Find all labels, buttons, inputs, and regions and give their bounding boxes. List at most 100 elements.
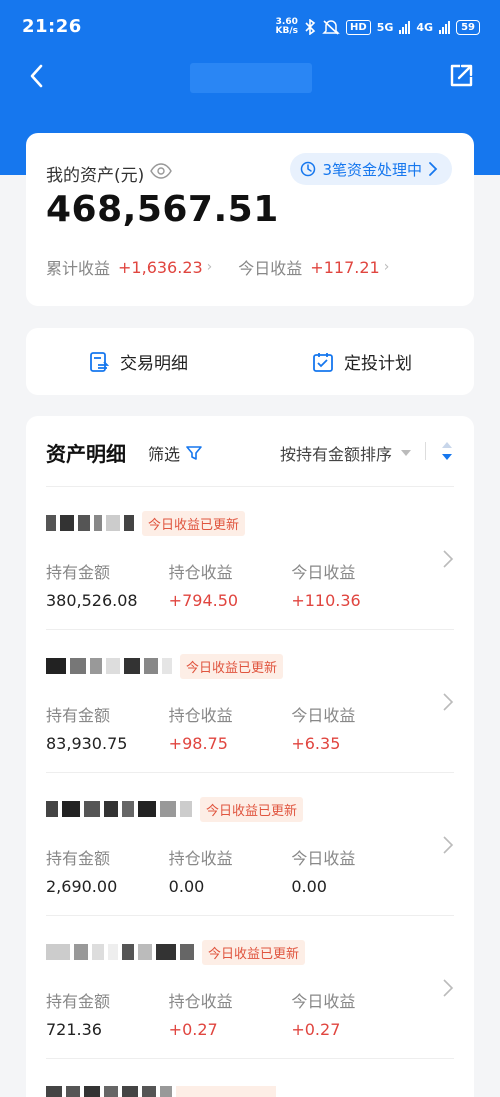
auto-invest-plan-button[interactable]: 定投计划 bbox=[250, 328, 474, 395]
chevron-left-icon bbox=[30, 64, 43, 88]
fund-name-redacted: 今日收益已更新 bbox=[46, 796, 304, 822]
auto-invest-plan-label: 定投计划 bbox=[344, 354, 412, 374]
sort-label: 按持有金额排序 bbox=[279, 445, 392, 464]
mute-icon bbox=[322, 20, 340, 35]
today-gain-value: +117.21 bbox=[310, 257, 380, 277]
status-time: 21:26 bbox=[22, 16, 82, 37]
position-gain-value: 0.00 bbox=[168, 877, 205, 896]
sort-dropdown[interactable]: 按持有金额排序 bbox=[280, 441, 412, 465]
fund-values: 持有金额 83,930.75 持仓收益 +98.75 今日收益 +6.35 bbox=[46, 702, 414, 753]
position-gain-value: +98.75 bbox=[168, 734, 228, 753]
today-gain-link[interactable]: 今日收益 +117.21 › bbox=[238, 255, 389, 279]
asset-summary-card: 我的资产(元) 3笔资金处理中 468,567.51 累计收益 +1,636.2… bbox=[26, 133, 474, 306]
network-4g: 4G bbox=[416, 20, 434, 34]
fund-row[interactable]: 今日收益已更新 持有金额 83,930.75 持仓收益 +98.75 今日收益 +6.… bbox=[46, 630, 454, 773]
quick-actions-card: 交易明细 定投计划 bbox=[26, 328, 474, 395]
network-speed: 3.60 KB/s bbox=[276, 18, 298, 36]
chevron-right-icon: › bbox=[206, 259, 213, 275]
hold-amount-value: 380,526.08 bbox=[46, 591, 138, 610]
position-gain-label: 持仓收益 bbox=[168, 706, 233, 725]
hold-amount-value: 721.36 bbox=[46, 1020, 102, 1039]
today-gain-value: +110.36 bbox=[291, 591, 361, 610]
today-gain-label: 今日收益 bbox=[291, 992, 356, 1011]
page-title-redacted bbox=[190, 63, 312, 93]
bluetooth-icon bbox=[305, 19, 316, 35]
eye-toggle[interactable] bbox=[150, 163, 173, 184]
calendar-check-icon bbox=[313, 352, 333, 372]
eye-icon bbox=[150, 163, 173, 179]
divider bbox=[425, 442, 426, 460]
today-gain-label: 今日收益 bbox=[291, 563, 356, 582]
hold-amount-label: 持有金额 bbox=[46, 849, 111, 868]
network-speed-unit: KB/s bbox=[275, 26, 299, 36]
today-gain-label: 今日收益 bbox=[291, 849, 356, 868]
fund-name-redacted: 今日收益已更新 bbox=[46, 510, 246, 536]
signal-icon-2 bbox=[439, 20, 451, 34]
hold-amount-value: 83,930.75 bbox=[46, 734, 128, 753]
hold-amount-value: 2,690.00 bbox=[46, 877, 118, 896]
position-gain-value: +794.50 bbox=[168, 591, 239, 610]
asset-label: 我的资产(元) bbox=[46, 166, 145, 186]
asset-gain-row: 累计收益 +1,636.23 › 今日收益 +117.21 › bbox=[46, 255, 389, 279]
today-gain-label: 今日收益 bbox=[291, 706, 356, 725]
share-button[interactable] bbox=[448, 63, 474, 93]
share-icon bbox=[450, 64, 473, 87]
pending-funds-button[interactable]: 3笔资金处理中 bbox=[290, 153, 452, 185]
fund-row[interactable]: 今日收益已更新 持有金额 2,690.00 持仓收益 0.00 今日收益 0.00 bbox=[46, 773, 454, 916]
hold-amount-label: 持有金额 bbox=[46, 992, 111, 1011]
chevron-right-icon: › bbox=[383, 259, 390, 275]
cumulative-gain-value: +1,636.23 bbox=[118, 257, 203, 277]
caret-down-icon bbox=[401, 450, 411, 456]
today-gain-label: 今日收益 bbox=[238, 259, 303, 278]
today-gain-value: +6.35 bbox=[291, 734, 341, 753]
today-gain-value: +0.27 bbox=[291, 1020, 341, 1039]
hd-badge: HD bbox=[346, 19, 371, 35]
transaction-detail-label: 交易明细 bbox=[120, 354, 188, 374]
clock-icon bbox=[301, 161, 316, 177]
position-gain-label: 持仓收益 bbox=[168, 849, 233, 868]
chevron-right-icon bbox=[443, 550, 454, 568]
holdings-header: 资产明细 筛选 按持有金额排序 bbox=[46, 438, 454, 468]
position-gain-value: +0.27 bbox=[168, 1020, 218, 1039]
sort-arrows-icon bbox=[442, 442, 452, 460]
fund-row[interactable]: 今日收益已更新 持有金额 380,526.08 持仓收益 +794.50 今日收益 +… bbox=[46, 487, 454, 630]
updated-tag: 今日收益已更新 bbox=[202, 939, 306, 965]
network-5g: 5G bbox=[376, 20, 394, 34]
chevron-right-icon bbox=[443, 979, 454, 997]
pending-funds-label: 3笔资金处理中 bbox=[322, 160, 422, 179]
asset-total: 468,567.51 bbox=[46, 189, 279, 230]
chevron-right-icon bbox=[429, 162, 438, 176]
filter-label: 筛选 bbox=[148, 445, 181, 464]
hold-amount-label: 持有金额 bbox=[46, 706, 111, 725]
status-icons: 3.60 KB/s HD 5G 4G 59 bbox=[276, 18, 480, 36]
document-icon bbox=[90, 351, 110, 372]
transaction-detail-button[interactable]: 交易明细 bbox=[26, 328, 250, 395]
sort-order-toggle[interactable] bbox=[440, 440, 454, 466]
fund-row-partial[interactable] bbox=[46, 1082, 276, 1097]
holdings-card: 资产明细 筛选 按持有金额排序 今日收益已更新 持有金额 380,526.08 持… bbox=[26, 416, 474, 1097]
cumulative-gain-link[interactable]: 累计收益 +1,636.23 › bbox=[46, 255, 212, 279]
chevron-right-icon bbox=[443, 693, 454, 711]
updated-tag: 今日收益已更新 bbox=[180, 653, 284, 679]
holdings-title: 资产明细 bbox=[46, 442, 126, 466]
fund-values: 持有金额 2,690.00 持仓收益 0.00 今日收益 0.00 bbox=[46, 845, 414, 896]
fund-values: 持有金额 721.36 持仓收益 +0.27 今日收益 +0.27 bbox=[46, 988, 414, 1039]
filter-icon bbox=[186, 446, 202, 460]
fund-values: 持有金额 380,526.08 持仓收益 +794.50 今日收益 +110.36 bbox=[46, 559, 414, 610]
nav-bar bbox=[0, 55, 500, 99]
position-gain-label: 持仓收益 bbox=[168, 992, 233, 1011]
hold-amount-label: 持有金额 bbox=[46, 563, 111, 582]
back-button[interactable] bbox=[28, 63, 44, 93]
filter-button[interactable]: 筛选 bbox=[148, 441, 202, 465]
position-gain-label: 持仓收益 bbox=[168, 563, 233, 582]
fund-row[interactable]: 今日收益已更新 持有金额 721.36 持仓收益 +0.27 今日收益 +0.27 bbox=[46, 916, 454, 1059]
asset-label-row: 我的资产(元) bbox=[46, 161, 173, 186]
cumulative-gain-label: 累计收益 bbox=[46, 259, 111, 278]
updated-tag: 今日收益已更新 bbox=[200, 796, 304, 822]
today-gain-value: 0.00 bbox=[291, 877, 327, 896]
fund-name-redacted: 今日收益已更新 bbox=[46, 939, 306, 965]
battery-icon: 59 bbox=[456, 19, 480, 35]
status-bar: 21:26 3.60 KB/s HD 5G 4G 59 bbox=[0, 0, 500, 52]
updated-tag: 今日收益已更新 bbox=[142, 510, 246, 536]
signal-icon bbox=[399, 20, 411, 34]
